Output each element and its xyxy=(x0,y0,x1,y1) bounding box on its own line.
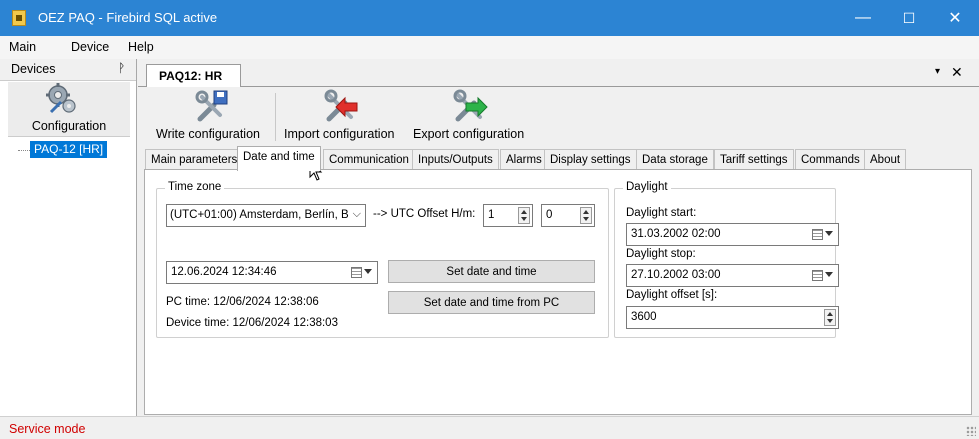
write-configuration-label: Write configuration xyxy=(156,127,260,141)
tab-main-parameters[interactable]: Main parameters xyxy=(145,149,244,170)
tree-item-paq-12[interactable]: PAQ-12 [HR] xyxy=(30,141,108,158)
maximize-button[interactable]: ☐ xyxy=(886,0,932,36)
write-configuration-button[interactable]: Write configuration xyxy=(154,87,270,144)
app-icon xyxy=(12,10,26,26)
settings-tab-strip: Main parameters Date and time Communicat… xyxy=(145,146,979,171)
daylight-offset-label: Daylight offset [s]: xyxy=(626,289,718,301)
tab-list-dropdown-icon[interactable]: ▾ xyxy=(935,66,940,77)
date-time-panel: Time zone (UTC+01:00) Amsterdam, Berlín,… xyxy=(144,169,972,415)
menu-main[interactable]: Main xyxy=(9,40,36,54)
tab-about[interactable]: About xyxy=(864,149,907,170)
spinner-arrows-icon[interactable] xyxy=(580,207,592,224)
devices-header: Devices ᚹ xyxy=(0,59,136,81)
daylight-stop-picker[interactable]: 27.10.2002 03:00 xyxy=(626,264,839,287)
daylight-legend: Daylight xyxy=(623,181,671,193)
devices-title: Devices xyxy=(11,62,56,76)
utc-offset-hours-value: 1 xyxy=(488,209,495,221)
gears-icon xyxy=(46,83,76,114)
import-configuration-button[interactable]: Import configuration xyxy=(283,87,405,144)
daylight-group: Daylight Daylight start: 31.03.2002 02:0… xyxy=(614,181,839,338)
pc-time-label: PC time: 12/06/2024 12:38:06 xyxy=(166,296,319,308)
tab-data-storage[interactable]: Data storage xyxy=(636,149,714,170)
export-tools-icon xyxy=(453,89,488,122)
export-configuration-button[interactable]: Export configuration xyxy=(412,87,534,144)
daylight-start-value: 31.03.2002 02:00 xyxy=(631,228,721,240)
configuration-label: Configuration xyxy=(31,119,107,133)
daylight-stop-value: 27.10.2002 03:00 xyxy=(631,269,721,281)
daylight-offset-value: 3600 xyxy=(631,311,657,323)
tab-alarms[interactable]: Alarms xyxy=(500,149,548,170)
spinner-arrows-icon[interactable] xyxy=(518,207,530,224)
time-zone-group: Time zone (UTC+01:00) Amsterdam, Berlín,… xyxy=(156,181,609,338)
datetime-picker[interactable]: 12.06.2024 12:34:46 xyxy=(166,261,378,284)
chevron-down-icon: ⌵ xyxy=(352,208,361,220)
status-text: Service mode xyxy=(9,422,86,436)
devices-panel: Devices ᚹ Configuration PAQ-12 [HR] xyxy=(0,59,137,416)
utc-offset-minutes-value: 0 xyxy=(546,209,553,221)
tab-communication[interactable]: Communication xyxy=(323,149,415,170)
time-zone-value: (UTC+01:00) Amsterdam, Berlín, B xyxy=(170,209,349,221)
import-tools-icon xyxy=(324,89,358,122)
utc-offset-hours-input[interactable]: 1 xyxy=(483,204,533,227)
daylight-offset-input[interactable]: 3600 xyxy=(626,306,839,329)
daylight-start-label: Daylight start: xyxy=(626,207,697,219)
set-date-time-button[interactable]: Set date and time xyxy=(388,260,595,283)
tab-display-settings[interactable]: Display settings xyxy=(544,149,637,170)
window-title: OEZ PAQ - Firebird SQL active xyxy=(38,10,218,25)
status-bar: Service mode xyxy=(0,416,979,439)
resize-grip-icon[interactable] xyxy=(966,426,976,436)
title-bar: OEZ PAQ - Firebird SQL active — ☐ ✕ xyxy=(0,0,979,36)
set-date-time-from-pc-button[interactable]: Set date and time from PC xyxy=(388,291,595,314)
document-tab[interactable]: PAQ12: HR xyxy=(146,64,241,87)
configuration-button[interactable]: Configuration xyxy=(8,82,130,137)
spinner-arrows-icon[interactable] xyxy=(824,309,836,326)
calendar-dropdown-icon[interactable] xyxy=(351,266,373,279)
daylight-start-picker[interactable]: 31.03.2002 02:00 xyxy=(626,223,839,246)
tab-close-icon[interactable]: ✕ xyxy=(951,64,963,81)
write-tools-icon xyxy=(195,90,228,122)
tree-connector xyxy=(18,150,30,151)
utc-offset-label: --> UTC Offset H/m: xyxy=(373,208,476,220)
daylight-stop-label: Daylight stop: xyxy=(626,248,696,260)
close-button[interactable]: ✕ xyxy=(932,0,978,36)
export-configuration-label: Export configuration xyxy=(413,127,525,141)
menu-help[interactable]: Help xyxy=(128,40,154,54)
menu-device[interactable]: Device xyxy=(71,40,109,54)
toolbar-separator xyxy=(275,93,276,141)
minimize-button[interactable]: — xyxy=(840,0,886,36)
time-zone-legend: Time zone xyxy=(165,181,225,193)
tab-inputs-outputs[interactable]: Inputs/Outputs xyxy=(412,149,499,170)
menu-bar: Main Device Help xyxy=(0,36,979,59)
device-time-label: Device time: 12/06/2024 12:38:03 xyxy=(166,317,338,329)
calendar-dropdown-icon[interactable] xyxy=(812,269,834,282)
pin-icon[interactable]: ᚹ xyxy=(118,61,125,75)
tab-tariff-settings[interactable]: Tariff settings xyxy=(714,149,794,170)
import-configuration-label: Import configuration xyxy=(284,127,395,141)
tab-date-and-time[interactable]: Date and time xyxy=(237,146,321,171)
toolbar: Write configuration Import configuration… xyxy=(146,87,979,145)
time-zone-select[interactable]: (UTC+01:00) Amsterdam, Berlín, B ⌵ xyxy=(166,204,366,227)
calendar-dropdown-icon[interactable] xyxy=(812,228,834,241)
utc-offset-minutes-input[interactable]: 0 xyxy=(541,204,595,227)
tab-commands[interactable]: Commands xyxy=(795,149,866,170)
datetime-value: 12.06.2024 12:34:46 xyxy=(171,266,277,278)
